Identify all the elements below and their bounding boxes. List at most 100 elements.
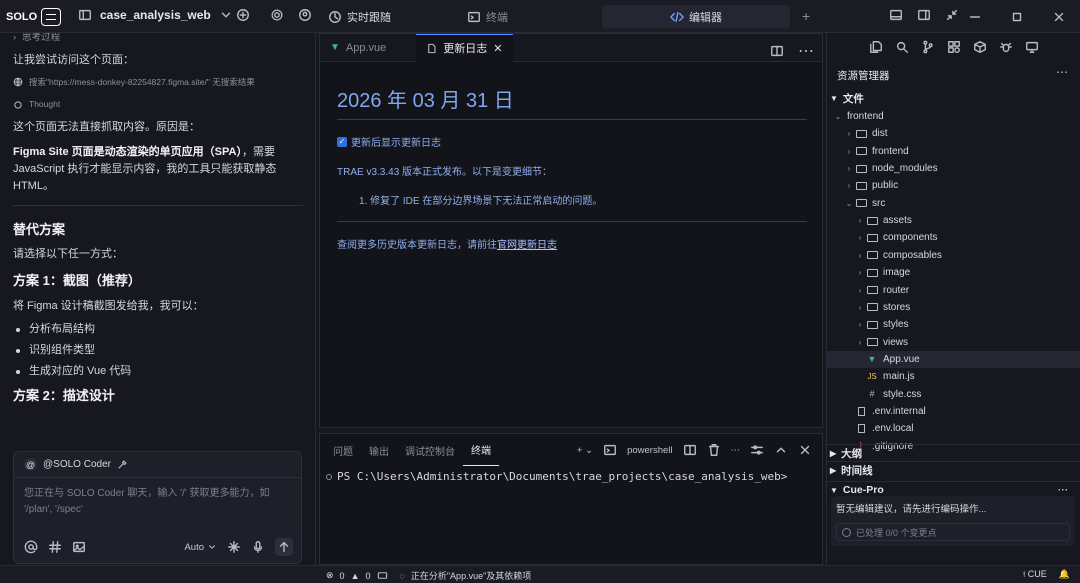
tree-item[interactable]: › views <box>827 334 1080 351</box>
section-timeline[interactable]: ▶ 时间线 <box>827 461 1080 478</box>
files-icon[interactable] <box>869 40 883 54</box>
tree-item[interactable]: › composables <box>827 247 1080 264</box>
account-icon[interactable] <box>298 8 312 22</box>
model-select[interactable]: Auto <box>184 542 217 553</box>
mention-icon[interactable] <box>24 540 38 554</box>
tree-item[interactable]: ⌄ frontend <box>827 108 1080 125</box>
cube-icon[interactable] <box>973 40 987 54</box>
add-tab-button[interactable]: + <box>802 8 810 24</box>
more-actions-icon[interactable]: ⋯ <box>1056 65 1068 79</box>
tree-item[interactable]: › image <box>827 264 1080 281</box>
try-visit-text: 让我尝试访问这个页面： <box>13 53 134 66</box>
tree-item[interactable]: .env.internal <box>827 403 1080 420</box>
tab-changelog[interactable]: 更新日志 ✕ <box>416 33 513 62</box>
tab-editor[interactable]: 编辑器 <box>602 5 790 28</box>
tree-item-label: assets <box>883 215 912 227</box>
error-count[interactable]: 0 <box>340 571 345 581</box>
show-changelog-checkbox[interactable]: ✓ 更新后显示更新日志 <box>337 134 807 149</box>
warning-icon[interactable]: ▲ <box>351 571 360 581</box>
status-bar: ⊗ 0 ▲ 0 ◌ 正在分析"App.vue"及其依赖项 ⟊ CUE 🔔 <box>0 565 1080 583</box>
notifications-icon[interactable]: 🔔 <box>1059 569 1070 580</box>
ports-icon[interactable] <box>377 570 388 581</box>
tree-item-label: node_modules <box>872 163 938 175</box>
maximize-icon[interactable] <box>996 10 1038 24</box>
checkbox-checked-icon[interactable]: ✓ <box>337 136 347 147</box>
section-files[interactable]: ▼ 文件 <box>827 90 1080 107</box>
layout-sidebar-icon[interactable] <box>917 8 931 22</box>
official-changelog-link[interactable]: 官网更新日志 <box>497 240 557 251</box>
more-actions-icon[interactable]: ⋯ <box>1058 484 1069 496</box>
send-button[interactable] <box>275 538 293 556</box>
split-editor-icon[interactable] <box>770 41 784 61</box>
microphone-icon[interactable] <box>251 540 265 554</box>
cue-status-item[interactable]: ⟊ CUE <box>1023 569 1047 580</box>
extensions-icon[interactable] <box>947 40 961 54</box>
minimize-icon[interactable] <box>954 10 996 24</box>
agent-tag[interactable]: @ @SOLO Coder <box>14 452 301 478</box>
tab-problems[interactable]: 问题 <box>325 434 361 466</box>
more-actions-icon[interactable]: ⋯ <box>798 41 814 61</box>
solo-logo[interactable]: SOLO <box>6 6 62 27</box>
sparkle-icon[interactable] <box>227 540 241 554</box>
thought-toggle[interactable]: Thought <box>13 98 303 111</box>
image-icon[interactable] <box>72 540 86 554</box>
tree-item[interactable]: # style.css <box>827 386 1080 403</box>
tree-item[interactable]: ⌄ src <box>827 195 1080 212</box>
tree-item[interactable]: › public <box>827 177 1080 194</box>
shell-name[interactable]: powershell <box>627 445 672 456</box>
preview-icon[interactable] <box>1025 40 1039 54</box>
warning-count[interactable]: 0 <box>365 571 370 581</box>
tree-item[interactable]: › components <box>827 229 1080 246</box>
tree-item[interactable]: › assets <box>827 212 1080 229</box>
sidebar-toggle-icon[interactable] <box>78 8 92 22</box>
model-select-label: Auto <box>184 541 204 553</box>
settings-gear-icon[interactable] <box>270 8 284 22</box>
folder-icon <box>854 164 868 173</box>
hash-icon[interactable] <box>48 540 62 554</box>
tree-item-label: views <box>883 336 909 348</box>
changelog-more-prefix: 查阅更多历史版本更新日志，请前往 <box>337 240 497 251</box>
new-chat-icon[interactable] <box>236 8 250 22</box>
tree-item-label: .env.internal <box>872 405 926 417</box>
tab-debug-console[interactable]: 调试控制台 <box>397 434 463 466</box>
error-icon[interactable]: ⊗ <box>326 570 334 581</box>
source-control-icon[interactable] <box>921 40 935 54</box>
folder-icon <box>865 286 879 294</box>
trash-icon[interactable] <box>707 443 721 457</box>
new-terminal-icon[interactable]: + ⌄ <box>577 445 593 456</box>
close-window-icon[interactable] <box>1038 10 1080 24</box>
tree-item[interactable]: ▼ App.vue <box>827 350 1080 368</box>
bug-icon[interactable] <box>999 40 1013 54</box>
tree-item[interactable]: › router <box>827 282 1080 299</box>
tab-output[interactable]: 输出 <box>361 434 397 466</box>
tree-item[interactable]: › node_modules <box>827 160 1080 177</box>
section-cue-pro-label: Cue-Pro <box>842 484 884 496</box>
chevron-up-icon[interactable] <box>774 443 788 457</box>
tree-item[interactable]: › frontend <box>827 143 1080 160</box>
web-search-result[interactable]: 搜索"https://mess-donkey-82254827.figma.si… <box>13 76 303 89</box>
close-panel-icon[interactable] <box>798 443 812 457</box>
status-right: ⟊ CUE 🔔 <box>1023 569 1070 580</box>
search-icon[interactable] <box>895 40 909 54</box>
thinking-process-toggle[interactable]: › 思考过程 <box>13 33 303 46</box>
close-tab-icon[interactable]: ✕ <box>493 42 502 55</box>
tab-app-vue[interactable]: ▼ App.vue <box>320 34 396 62</box>
section-outline[interactable]: ▶ 大纲 <box>827 444 1080 461</box>
tab-terminal[interactable]: 终端 <box>459 5 516 28</box>
tree-item[interactable]: › stores <box>827 299 1080 316</box>
terminal-prompt-line[interactable]: PS C:\Users\Administrator\Documents\trae… <box>326 470 787 483</box>
chat-input-placeholder[interactable]: 您正在与 SOLO Coder 聊天，输入 '/' 获取更多能力，如 '/pla… <box>24 486 294 518</box>
tree-item[interactable]: › styles <box>827 316 1080 333</box>
tab-live-follow[interactable]: 实时跟随 <box>320 5 399 28</box>
more-actions-icon[interactable]: ⋯ <box>731 445 741 456</box>
split-terminal-icon[interactable] <box>683 443 697 457</box>
tree-item[interactable]: JS main.js <box>827 368 1080 385</box>
tree-item[interactable]: › dist <box>827 125 1080 142</box>
project-switcher[interactable]: case_analysis_web <box>78 8 233 22</box>
css-file-icon: # <box>869 389 875 400</box>
tree-item[interactable]: .env.local <box>827 420 1080 437</box>
tab-terminal[interactable]: 终端 <box>463 434 499 466</box>
chat-input-box[interactable]: @ @SOLO Coder 您正在与 SOLO Coder 聊天，输入 '/' … <box>13 451 302 564</box>
panel-settings-icon[interactable] <box>750 443 764 457</box>
layout-panel-icon[interactable] <box>889 8 903 22</box>
